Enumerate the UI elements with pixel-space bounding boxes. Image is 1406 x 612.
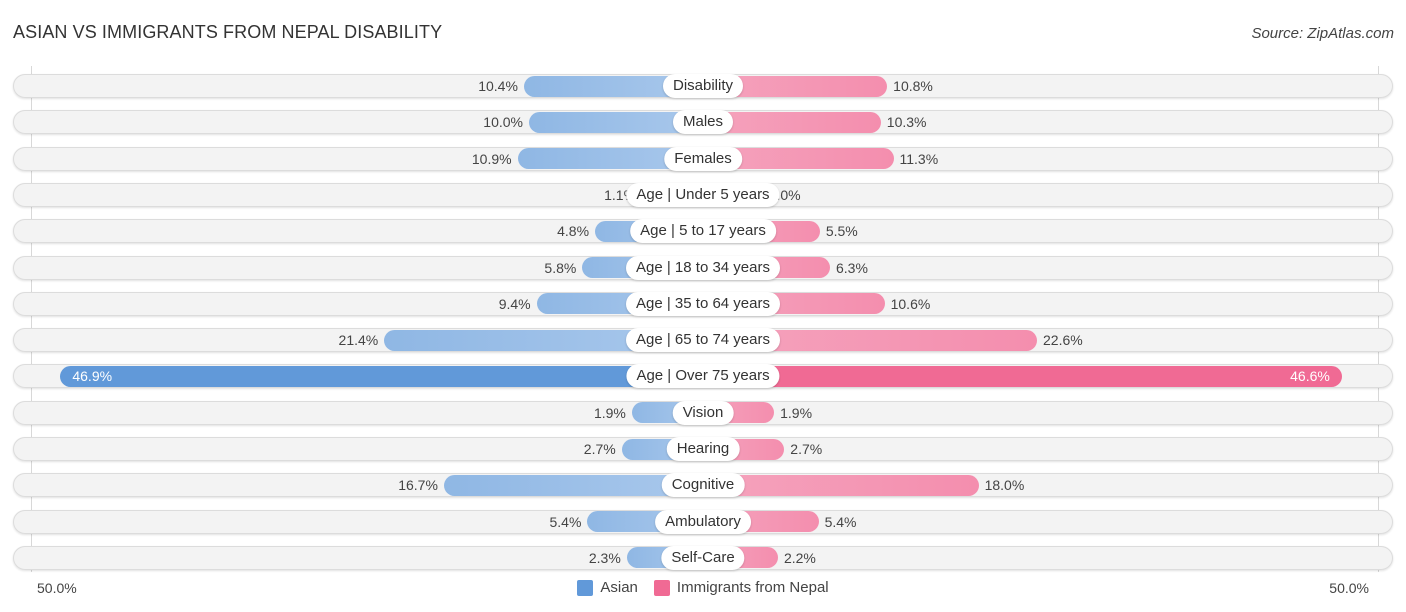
value-label-nepal: 1.9% — [780, 404, 813, 421]
value-label-nepal: 10.6% — [890, 295, 931, 312]
category-label: Age | 18 to 34 years — [626, 255, 780, 280]
legend-label-asian: Asian — [600, 579, 638, 596]
category-label: Hearing — [666, 437, 740, 461]
category-label: Age | 35 to 64 years — [626, 291, 780, 316]
category-label: Age | Over 75 years — [626, 364, 780, 389]
value-label-nepal: 10.3% — [886, 114, 927, 131]
category-label: Self-Care — [661, 545, 745, 570]
value-label-asian: 4.8% — [557, 223, 590, 240]
bar-nepal[interactable] — [703, 365, 1342, 387]
legend-item-asian[interactable]: Asian — [577, 579, 638, 596]
bar-nepal[interactable] — [703, 474, 979, 496]
value-label-nepal: 22.6% — [1043, 332, 1083, 349]
legend-swatch-asian — [577, 579, 594, 596]
value-label-asian: 16.7% — [398, 477, 438, 494]
category-label: Age | 65 to 74 years — [626, 328, 780, 353]
legend: Asian Immigrants from Nepal — [0, 579, 1406, 596]
value-label-asian: 2.7% — [583, 441, 616, 457]
value-label-nepal: 46.6% — [1290, 368, 1330, 385]
value-label-asian: 46.9% — [72, 368, 113, 385]
value-label-asian: 10.4% — [478, 78, 518, 94]
legend-item-nepal[interactable]: Immigrants from Nepal — [653, 579, 829, 596]
value-label-asian: 1.9% — [593, 404, 626, 421]
value-label-nepal: 6.3% — [836, 259, 868, 276]
category-label: Cognitive — [661, 473, 745, 498]
legend-label-nepal: Immigrants from Nepal — [676, 579, 829, 596]
value-label-asian: 2.3% — [588, 549, 621, 566]
value-label-asian: 9.4% — [498, 295, 531, 312]
chart-area: 10.4% 10.8% Disability 10.0% 10.3% Males 10.9%… — [0, 0, 1406, 612]
bar-asian[interactable] — [60, 365, 703, 387]
value-label-nepal: 2.7% — [790, 441, 823, 457]
category-label: Males — [672, 110, 734, 135]
category-label: Ambulatory — [655, 509, 751, 534]
value-label-nepal: 2.2% — [783, 549, 816, 566]
value-label-nepal: 11.3% — [899, 150, 939, 167]
value-label-asian: 10.9% — [471, 150, 512, 167]
category-label: Disability — [662, 74, 744, 98]
category-label: Age | 5 to 17 years — [630, 219, 776, 244]
category-label: Vision — [672, 400, 734, 425]
category-label: Age | Under 5 years — [626, 182, 780, 207]
value-label-nepal: 18.0% — [984, 477, 1025, 494]
value-label-asian: 10.0% — [483, 114, 523, 131]
legend-swatch-nepal — [653, 579, 670, 596]
value-label-nepal: 10.8% — [893, 78, 933, 94]
category-label: Females — [664, 146, 742, 171]
value-label-asian: 5.8% — [544, 259, 577, 276]
value-label-nepal: 5.5% — [825, 223, 858, 240]
value-label-asian: 5.4% — [549, 513, 582, 530]
value-label-asian: 21.4% — [338, 332, 379, 349]
value-label-nepal: 5.4% — [824, 513, 857, 530]
